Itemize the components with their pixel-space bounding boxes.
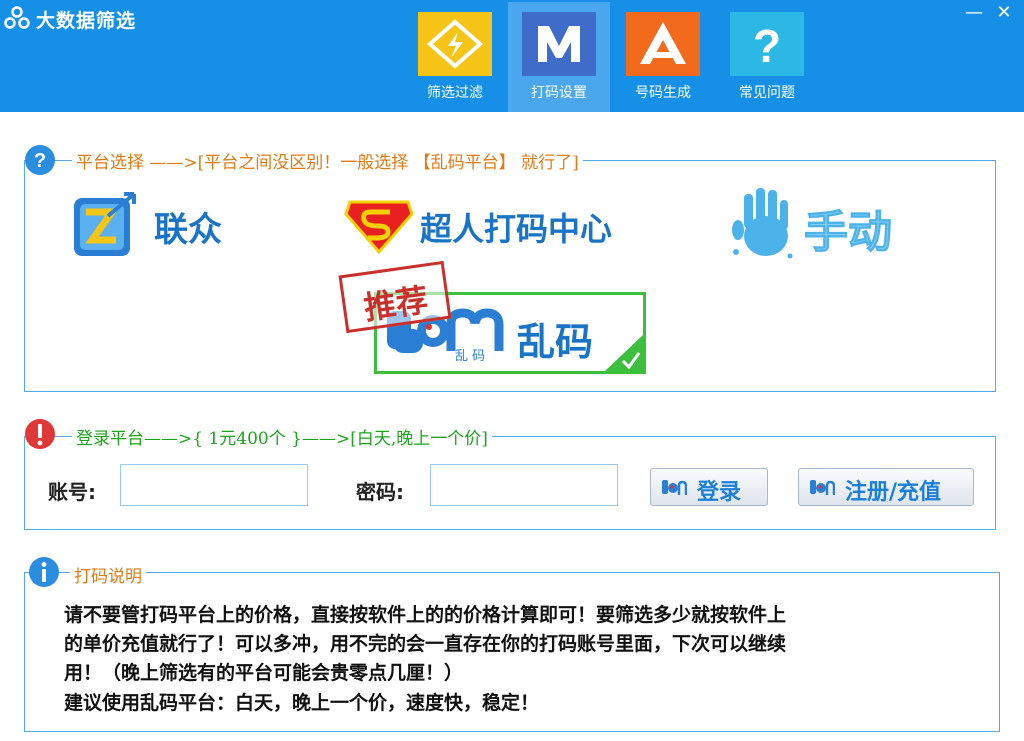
minimize-button[interactable]: — [962,2,986,24]
lianzhong-logo-icon [74,192,136,256]
tab-label: 号码生成 [635,85,691,101]
platform-name: 乱码 [517,320,594,364]
close-button[interactable]: ✕ [992,2,1016,24]
platform-superman[interactable]: 超人打码中心 [344,194,644,258]
question-icon: ? [730,12,804,76]
password-input[interactable] [430,464,618,506]
login-button[interactable]: 登录 [650,468,768,506]
tab-faq[interactable]: ? 常见问题 [716,2,818,112]
superman-logo-icon [344,200,414,254]
account-label: 账号: [48,480,96,504]
note-line: 用！（晚上筛选有的平台可能会贵零点几厘！） [64,662,464,684]
a-letter-icon [626,12,700,76]
platform-section-title: 平台选择 ——>[平台之间没区别！一般选择 【乱码平台】 就行了] [72,148,583,173]
m-letter-icon [522,12,596,76]
tab-label: 常见问题 [739,85,795,101]
tab-label: 打码设置 [531,85,587,101]
platform-manual[interactable]: 手动 [730,184,960,264]
main-window: 大数据筛选 — ✕ 筛选过滤 打码设置 号码生成 ? 常见问题 ? 平台选择 —… [0,0,1024,741]
platform-lianzhong[interactable]: 联众 [72,188,252,260]
luanma-logo-sub: 乱 码 [455,349,486,364]
account-input[interactable] [120,464,308,506]
register-button-label: 注册/充值 [845,480,942,505]
note-line: 请不要管打码平台上的价格，直接按软件上的的价格计算即可！要筛选多少就按软件上 [64,604,787,626]
platform-name: 联众 [154,210,222,250]
lightning-icon [418,12,492,76]
luanma-small-icon [662,480,687,495]
register-recharge-button[interactable]: 注册/充值 [798,468,974,506]
question-circle-icon: ? [25,145,55,175]
info-circle-icon [29,557,59,587]
luanma-small-icon [810,480,835,495]
window-title: 大数据筛选 [36,10,137,32]
app-logo-icon [4,6,30,29]
selected-check-icon [605,335,643,371]
note-line: 的单价充值就行了！可以多冲，用不完的会一直存在你的打码账号里面，下次可以继续 [64,633,787,655]
tab-filter[interactable]: 筛选过滤 [404,2,506,112]
notes-section-title: 打码说明 [70,562,146,587]
title-bar: 大数据筛选 — ✕ 筛选过滤 打码设置 号码生成 ? 常见问题 [0,0,1024,112]
login-button-label: 登录 [697,480,742,505]
tab-label: 筛选过滤 [427,85,483,101]
login-section-title: 登录平台——>{ 1元400个 }——>[白天,晚上一个价] [72,424,492,449]
svg-text:?: ? [34,150,46,172]
hand-print-icon [732,188,793,259]
svg-text:?: ? [753,20,781,72]
password-label: 密码: [356,480,404,504]
note-line: 建议使用乱码平台：白天，晚上一个价，速度快，稳定！ [64,692,540,714]
tab-captcha-settings[interactable]: 打码设置 [508,2,610,112]
platform-name: 超人打码中心 [420,210,613,248]
alert-circle-icon [25,419,55,449]
platform-name: 手动 [804,207,893,259]
tab-number-generate[interactable]: 号码生成 [612,2,714,112]
